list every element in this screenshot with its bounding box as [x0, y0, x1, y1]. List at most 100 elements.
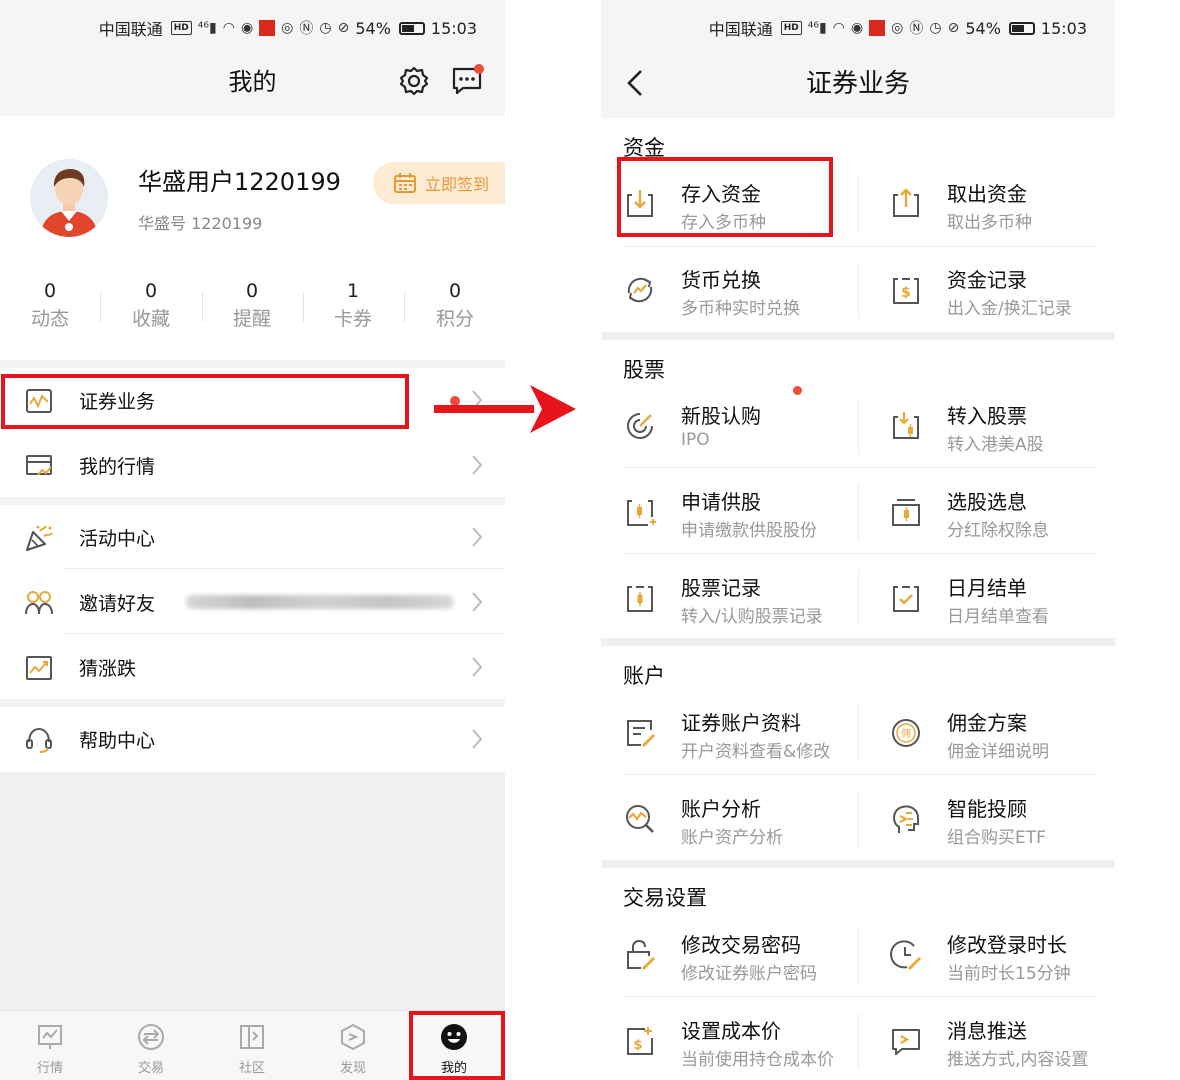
stat-reminders[interactable]: 0 提醒	[207, 278, 297, 334]
stat-divider	[202, 292, 203, 322]
lock-edit-icon	[627, 939, 656, 971]
clock-time: 15:03	[1040, 18, 1087, 38]
stat-divider	[303, 292, 304, 322]
menu-label: 邀请好友	[79, 593, 156, 615]
checkin-button[interactable]: 立即签到	[373, 162, 505, 204]
message-badge	[474, 64, 484, 74]
chevron-right-icon	[472, 729, 483, 749]
menu-item-guess[interactable]: 猜涨跌	[0, 635, 505, 699]
grid-separator	[858, 791, 859, 847]
network-label: ⁴⁶	[807, 20, 819, 36]
quotes-card-icon	[26, 455, 52, 476]
commission-plan-item[interactable]: 佣 佣金方案 佣金详细说明	[889, 689, 1115, 775]
stat-label: 积分	[435, 308, 474, 330]
item-title: 消息推送	[947, 1019, 1027, 1043]
alarm-icon: ◷	[929, 20, 942, 36]
transfer-in-stocks-item[interactable]: 转入股票 转入港美A股	[889, 382, 1115, 468]
section-divider	[0, 497, 505, 505]
avatar[interactable]	[30, 159, 108, 237]
section-divider	[0, 699, 505, 707]
stat-posts[interactable]: 0 动态	[5, 278, 95, 334]
stat-coupons[interactable]: 1 卡券	[308, 278, 398, 334]
tab-label: 我的	[440, 1061, 467, 1076]
deposit-funds-item[interactable]: 存入资金 存入多币种	[623, 160, 859, 246]
tab-mine[interactable]: 我的	[404, 1011, 504, 1080]
stat-points[interactable]: 0 积分	[410, 278, 500, 334]
dividend-election-item[interactable]: 选股选息 分红除权除息	[889, 468, 1115, 554]
grid-separator	[858, 705, 859, 761]
withdraw-icon	[893, 188, 919, 217]
tab-label: 发现	[339, 1061, 366, 1076]
menu-item-help[interactable]: 帮助中心	[0, 707, 505, 771]
user-name[interactable]: 华盛用户1220199	[138, 162, 341, 197]
tab-trade[interactable]: 交易	[101, 1011, 201, 1080]
mute-icon: ⊘	[947, 20, 960, 36]
change-trade-password-item[interactable]: 修改交易密码 修改证券账户密码	[623, 911, 859, 997]
account-analysis-item[interactable]: 账户分析 账户资产分析	[623, 775, 859, 861]
hd-icon: HD	[780, 21, 802, 35]
item-title: 修改登录时长	[947, 933, 1067, 957]
section-divider	[601, 860, 1115, 868]
funds-record-item[interactable]: $ 资金记录 出入金/换汇记录	[889, 246, 1115, 332]
grid-separator	[858, 398, 859, 454]
stock-record-item[interactable]: 股票记录 转入/认购股票记录	[623, 554, 859, 640]
item-title: 新股认购	[681, 404, 761, 428]
item-subtitle: 开户资料查看&修改	[681, 742, 831, 762]
robo-advisor-item[interactable]: 智能投顾 组合购买ETF	[889, 775, 1115, 861]
stat-divider	[404, 292, 405, 322]
stat-label: 卡券	[333, 308, 372, 330]
dollar-record-icon: $	[893, 278, 919, 304]
svg-text:$: $	[633, 1038, 642, 1053]
tab-community[interactable]: 社区	[202, 1011, 302, 1080]
stat-value: 0	[43, 280, 57, 302]
item-subtitle: 组合购买ETF	[947, 828, 1046, 848]
trend-chart-icon	[26, 656, 52, 680]
menu-label: 活动中心	[79, 528, 156, 550]
item-subtitle: 当前时长15分钟	[947, 964, 1071, 984]
row-separator	[65, 568, 505, 569]
nfc-icon: Ⓝ	[299, 21, 314, 37]
monthly-statement-item[interactable]: 日月结单 日月结单查看	[889, 554, 1115, 640]
set-cost-price-item[interactable]: $ 设置成本价 当前使用持仓成本价	[623, 997, 859, 1080]
stat-favorites[interactable]: 0 收藏	[106, 278, 196, 334]
section-divider	[601, 638, 1115, 646]
page-title: 证券业务	[805, 69, 910, 99]
checkin-label: 立即签到	[425, 175, 490, 194]
grid-separator	[858, 176, 859, 232]
gear-icon[interactable]	[399, 66, 429, 96]
stat-label: 提醒	[232, 308, 271, 330]
tab-quotes[interactable]: 行情	[0, 1011, 100, 1080]
stock-record-icon	[627, 586, 653, 612]
ipo-subscription-item[interactable]: 新股认购 IPO	[623, 382, 859, 468]
menu-item-my-quotes[interactable]: 我的行情	[0, 433, 505, 497]
deposit-icon	[627, 190, 653, 217]
wifi-icon: ◠	[832, 20, 845, 36]
account-info-item[interactable]: 证券账户资料 开户资料查看&修改	[623, 689, 859, 775]
carrier-label: 中国联通	[708, 20, 773, 39]
network-label: ⁴⁶	[197, 20, 209, 36]
stat-value: 1	[346, 280, 360, 302]
empty-area	[0, 772, 505, 1010]
item-title: 转入股票	[947, 404, 1027, 428]
menu-item-securities[interactable]: 证券业务	[0, 368, 505, 432]
page-title: 我的	[228, 68, 277, 96]
rights-issue-item[interactable]: 申请供股 申请缴款供股股份	[623, 468, 859, 554]
menu-item-activity[interactable]: 活动中心	[0, 505, 505, 569]
location-icon: ◉	[850, 20, 864, 36]
currency-exchange-item[interactable]: 货币兑换 多币种实时兑换	[623, 246, 859, 332]
item-title: 日月结单	[947, 576, 1027, 600]
push-message-icon	[892, 1029, 920, 1055]
item-title: 存入资金	[681, 182, 761, 206]
tab-label: 社区	[238, 1061, 265, 1076]
item-subtitle: 申请缴款供股股份	[681, 521, 817, 541]
statement-check-icon	[893, 586, 919, 612]
menu-item-invite[interactable]: 邀请好友	[0, 570, 505, 634]
withdraw-funds-item[interactable]: 取出资金 取出多币种	[889, 160, 1115, 246]
login-duration-item[interactable]: 修改登录时长 当前时长15分钟	[889, 911, 1115, 997]
message-push-item[interactable]: 消息推送 推送方式,内容设置	[889, 997, 1115, 1080]
tab-discover[interactable]: 发现	[303, 1011, 403, 1080]
item-title: 证券账户资料	[681, 711, 801, 735]
item-title: 账户分析	[681, 797, 761, 821]
clock-edit-icon	[890, 940, 922, 971]
app-notification-icon	[869, 20, 886, 36]
